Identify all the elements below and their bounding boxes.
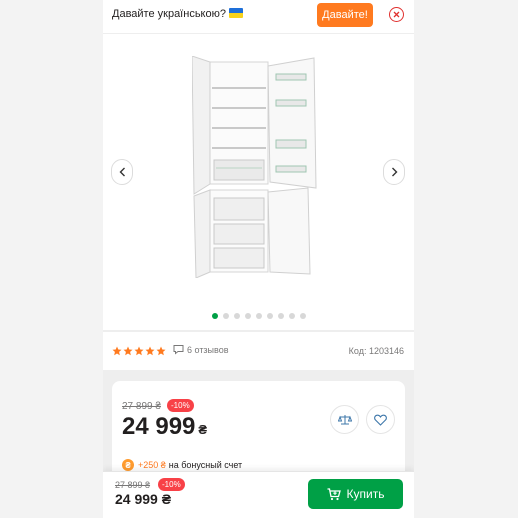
rating-row: 6 отзывов Код: 1203146 [103, 332, 414, 370]
star-icon [112, 346, 122, 356]
price-value: 24 999 [122, 413, 196, 440]
rating-stars[interactable] [112, 346, 166, 356]
bonus-label: на бонусный счет [168, 460, 243, 470]
language-banner: Давайте українською? Давайте! [103, 0, 414, 33]
sticky-buy-bar: 27 899 ₴ -10% 24 999 ₴ Купить [103, 471, 414, 518]
star-icon [123, 346, 133, 356]
compare-button[interactable] [330, 405, 359, 434]
cart-icon [327, 487, 341, 500]
product-gallery[interactable] [103, 34, 414, 330]
gallery-dot[interactable] [211, 313, 218, 319]
bonus-coin-icon: ₴ [122, 459, 134, 471]
chevron-left-icon [119, 167, 125, 177]
star-icon [134, 346, 144, 356]
sticky-old-price: 27 899 ₴ [115, 480, 151, 490]
gallery-dot[interactable] [299, 313, 306, 319]
fridge-image [192, 56, 317, 278]
gallery-dot[interactable] [255, 313, 262, 319]
ukraine-flag-icon [228, 8, 243, 18]
reviews-count: 6 отзывов [187, 344, 229, 355]
buy-button-label: Купить [346, 487, 385, 501]
reviews-link[interactable]: 6 отзывов [173, 344, 229, 355]
gallery-prev-button[interactable] [111, 159, 133, 185]
comment-icon [173, 345, 184, 355]
current-price: 24 999 ₴ [122, 413, 207, 441]
star-icon [145, 346, 155, 356]
scales-icon [337, 414, 352, 424]
price-currency: ₴ [198, 422, 208, 437]
gallery-dot[interactable] [266, 313, 273, 319]
discount-badge: -10% [167, 399, 194, 412]
wishlist-button[interactable] [366, 405, 395, 434]
bonus-info: ₴ +250 ₴ на бонусный счет [122, 459, 242, 471]
bonus-amount: +250 ₴ [138, 460, 166, 470]
gallery-dot[interactable] [233, 313, 240, 319]
gallery-next-button[interactable] [383, 159, 405, 185]
sticky-price: 24 999 ₴ [115, 491, 172, 507]
language-prompt: Давайте українською? [112, 8, 243, 20]
close-banner-button[interactable] [389, 7, 404, 22]
sticky-discount-badge: -10% [158, 478, 185, 491]
switch-language-button[interactable]: Давайте! [317, 3, 373, 27]
gallery-dot[interactable] [244, 313, 251, 319]
product-code: Код: 1203146 [348, 346, 404, 356]
gallery-dot[interactable] [288, 313, 295, 319]
close-icon [393, 11, 400, 18]
product-page: Давайте українською? Давайте! 6 отзывов … [103, 0, 414, 518]
old-price: 27 899 ₴ [122, 401, 161, 412]
gallery-pagination [103, 313, 414, 319]
star-icon [156, 346, 166, 356]
gallery-dot[interactable] [222, 313, 229, 319]
chevron-right-icon [391, 167, 397, 177]
heart-icon [374, 414, 387, 426]
buy-button[interactable]: Купить [308, 479, 403, 509]
gallery-dot[interactable] [277, 313, 284, 319]
